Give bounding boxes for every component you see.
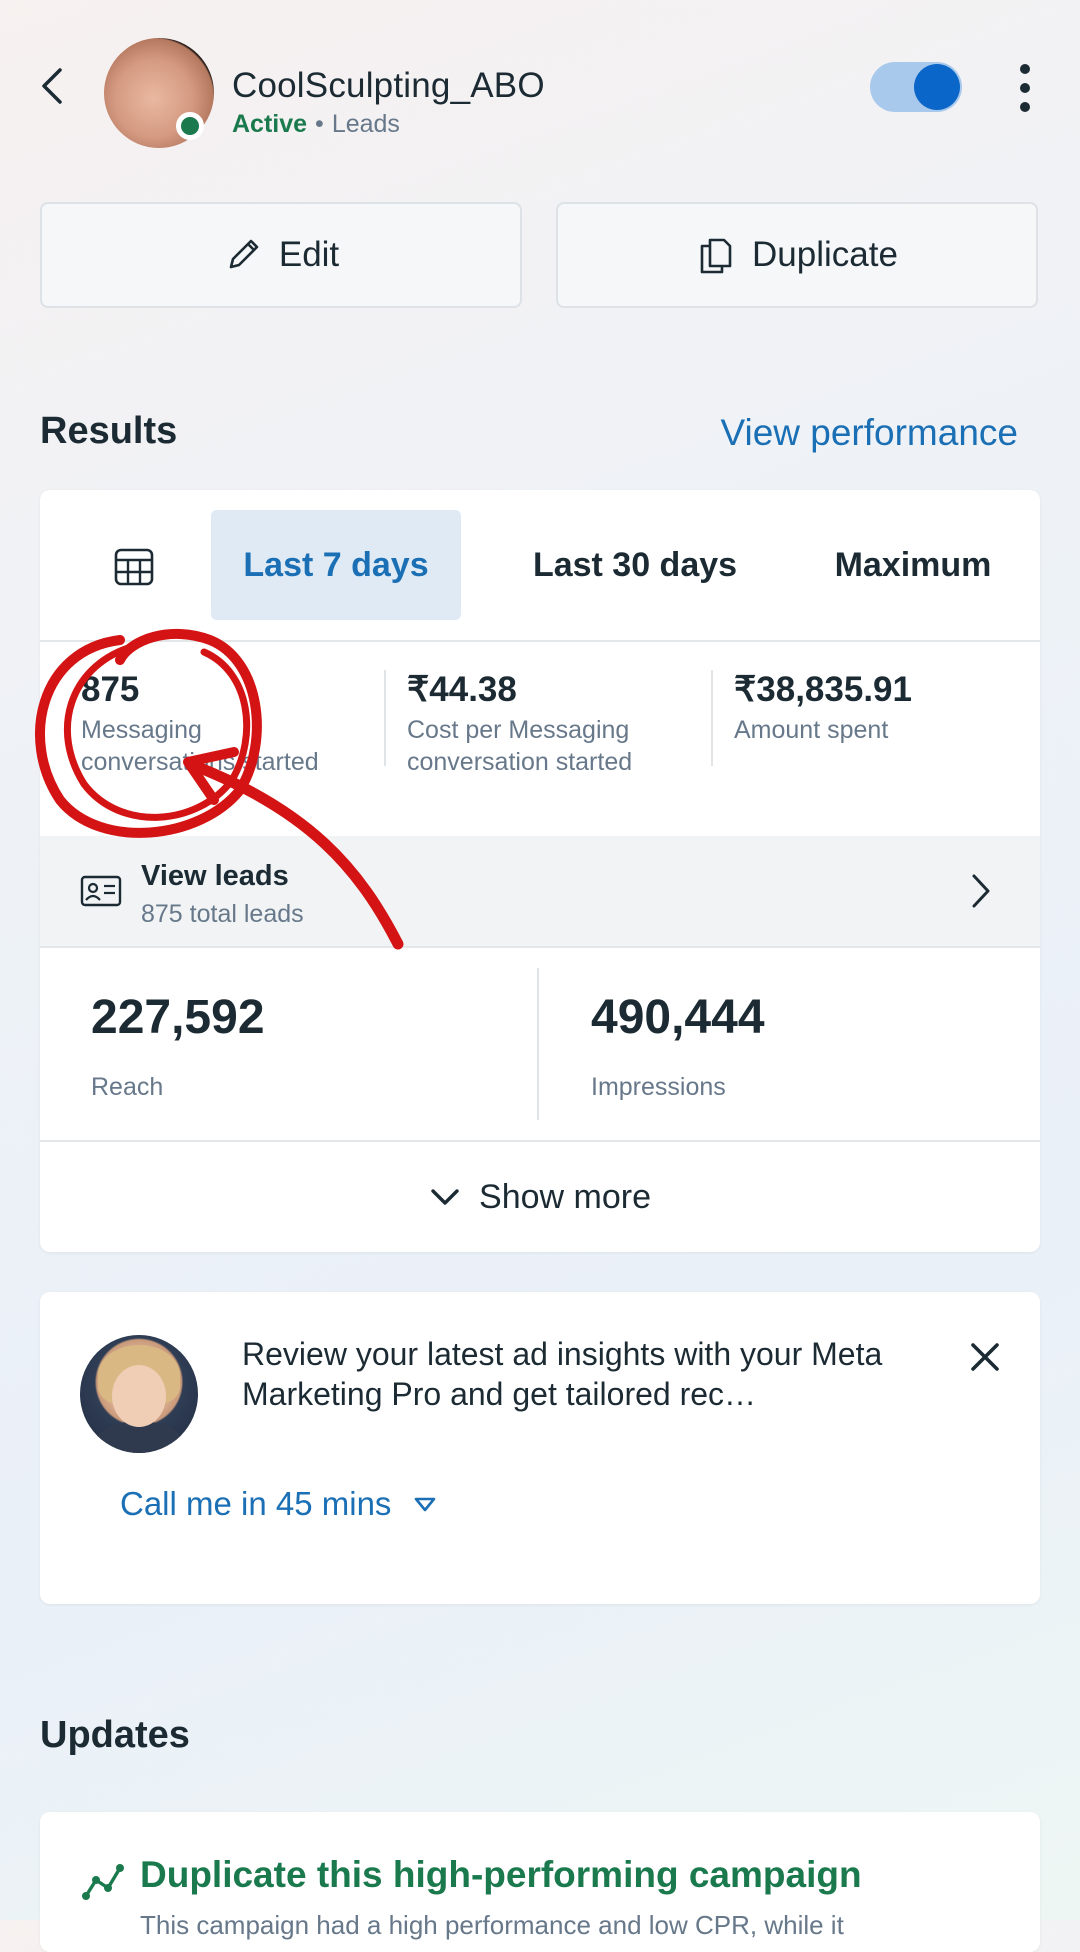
tab-last-7-days[interactable]: Last 7 days [211,510,461,620]
toggle-knob [914,64,960,110]
edit-label: Edit [278,235,340,274]
update-card[interactable]: Duplicate this high-performing campaign … [40,1812,1040,1952]
objective-label: Leads [331,110,400,138]
marketing-pro-avatar [80,1335,198,1453]
impressions-value: 490,444 [591,991,765,1044]
call-me-label: Call me in 45 mins [120,1485,392,1522]
show-more-button[interactable]: Show more [40,1142,1040,1252]
reach-value: 227,592 [91,991,265,1044]
triangle-down-icon [415,1497,436,1512]
reach-label: Reach [91,1073,164,1101]
kebab-dot [1020,64,1030,74]
campaign-name: CoolSculpting_ABO [232,66,545,105]
metric-value: ₹38,835.91 [734,670,912,709]
call-me-dropdown[interactable]: Call me in 45 mins [120,1485,437,1523]
metric-value: 875 [81,670,140,709]
calendar-icon [114,548,154,586]
stat-divider [537,968,539,1120]
tab-last-30-days[interactable]: Last 30 days [510,510,760,620]
impressions-label: Impressions [591,1073,726,1101]
view-leads-row[interactable]: View leads 875 total leads [40,836,1040,948]
metric-label: Amount spent [734,716,889,744]
metric-label: Messaging conversations started [81,716,319,776]
trend-line-icon [82,1864,124,1900]
metric-messaging-conversations: 875 Messaging conversations started [81,670,361,778]
results-heading: Results [40,410,178,452]
date-range-tabs: Last 7 days Last 30 days Maximum [40,490,1040,642]
metric-divider [711,670,713,766]
view-leads-title: View leads [141,860,289,892]
chevron-right-icon [972,874,990,908]
close-icon[interactable] [968,1340,1002,1374]
calendar-button[interactable] [112,544,156,588]
reach-stat: 227,592 Reach [91,990,265,1102]
campaign-toggle[interactable] [870,62,962,112]
kebab-dot [1020,102,1030,112]
active-status-dot [176,112,204,140]
status-label: Active [232,110,308,138]
marketing-pro-card: Review your latest ad insights with your… [40,1292,1040,1604]
update-title: Duplicate this high-performing campaign [140,1854,862,1895]
status-separator: • [315,110,324,138]
back-button[interactable] [38,64,66,108]
update-subtitle: This campaign had a high performance and… [140,1910,844,1940]
edit-button[interactable]: Edit [40,202,522,308]
impressions-stat: 490,444 Impressions [591,990,765,1102]
tab-maximum[interactable]: Maximum [808,510,1018,620]
results-card: Last 7 days Last 30 days Maximum 875 Mes… [40,490,1040,1252]
metric-label: Cost per Messaging conversation started [407,716,633,776]
metric-divider [384,670,386,766]
campaign-status-line: Active • Leads [232,110,400,139]
updates-heading: Updates [40,1714,190,1756]
avatar-face [112,1365,166,1427]
pencil-icon [229,239,259,269]
metric-cost-per-conversation: ₹44.38 Cost per Messaging conversation s… [407,670,677,778]
more-options-button[interactable] [1010,60,1040,116]
marketing-pro-message: Review your latest ad insights with your… [242,1336,883,1412]
show-more-label: Show more [479,1177,651,1216]
duplicate-icon [700,238,732,274]
contact-card-icon [80,875,122,907]
chevron-down-icon [431,1189,459,1205]
metric-value: ₹44.38 [407,670,517,709]
chevron-left-icon [42,68,62,104]
duplicate-button[interactable]: Duplicate [556,202,1038,308]
total-leads-count: 875 total leads [141,900,304,928]
duplicate-label: Duplicate [752,235,898,274]
kebab-dot [1020,83,1030,93]
view-performance-link[interactable]: View performance [720,412,1018,454]
metric-amount-spent: ₹38,835.91 Amount spent [734,670,1014,746]
